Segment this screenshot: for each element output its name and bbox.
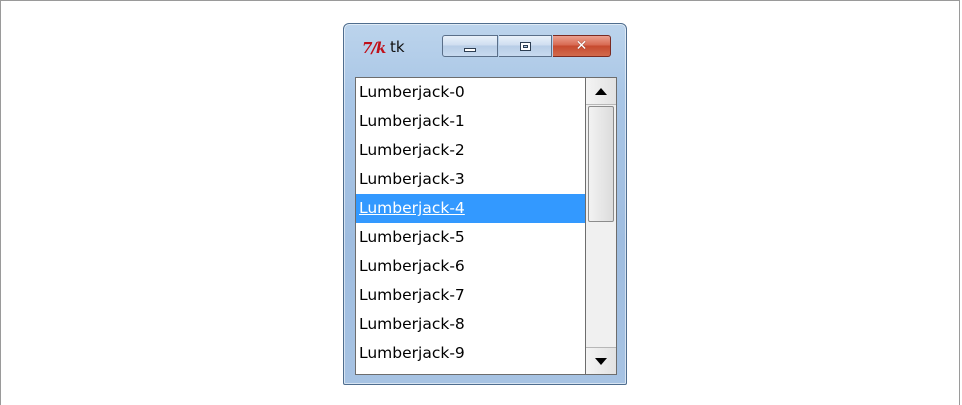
list-item-label: Lumberjack-4 [359,199,465,217]
tk-window: 7/k tk ✕ Lumberjack-0 Lumberjack-1 Lumbe… [343,23,627,385]
list-item[interactable]: Lumberjack-8 [356,310,585,339]
list-item[interactable]: Lumberjack-7 [356,281,585,310]
list-item-label: Lumberjack-7 [359,286,465,304]
list-item-label: Lumberjack-0 [359,83,465,101]
list-item[interactable]: Lumberjack-6 [356,252,585,281]
list-item[interactable]: Lumberjack-0 [356,78,585,107]
list-item-label: Lumberjack-6 [359,257,465,275]
scroll-up-arrow-icon [595,87,607,95]
list-item-label: Lumberjack-9 [359,344,465,362]
scroll-down-arrow-icon [595,357,607,365]
close-button[interactable]: ✕ [553,35,611,57]
vertical-scrollbar[interactable] [585,78,616,374]
list-item-selected[interactable]: Lumberjack-4 [356,194,585,223]
list-item[interactable]: Lumberjack-9 [356,339,585,368]
minimize-icon [464,48,476,52]
list-item-label: Lumberjack-3 [359,170,465,188]
maximize-button[interactable] [499,35,552,57]
list-item-label: Lumberjack-5 [359,228,465,246]
list-item[interactable]: Lumberjack-5 [356,223,585,252]
scrollbar-thumb[interactable] [588,106,614,222]
close-icon: ✕ [575,38,588,54]
list-item[interactable]: Lumberjack-3 [356,165,585,194]
window-title: tk [390,38,405,56]
list-item[interactable]: Lumberjack-2 [356,136,585,165]
list-item-label: Lumberjack-8 [359,315,465,333]
scroll-up-button[interactable] [586,78,616,105]
listbox[interactable]: Lumberjack-0 Lumberjack-1 Lumberjack-2 L… [356,78,585,374]
minimize-button[interactable] [442,35,498,57]
list-item-label: Lumberjack-1 [359,112,465,130]
window-client-area: Lumberjack-0 Lumberjack-1 Lumberjack-2 L… [355,77,617,375]
tk-feather-icon[interactable]: 7/k [362,40,386,56]
scroll-down-button[interactable] [586,347,616,374]
title-bar[interactable]: 7/k tk ✕ [344,24,626,72]
list-item-label: Lumberjack-2 [359,141,465,159]
list-item[interactable]: Lumberjack-1 [356,107,585,136]
maximize-icon [519,41,531,51]
